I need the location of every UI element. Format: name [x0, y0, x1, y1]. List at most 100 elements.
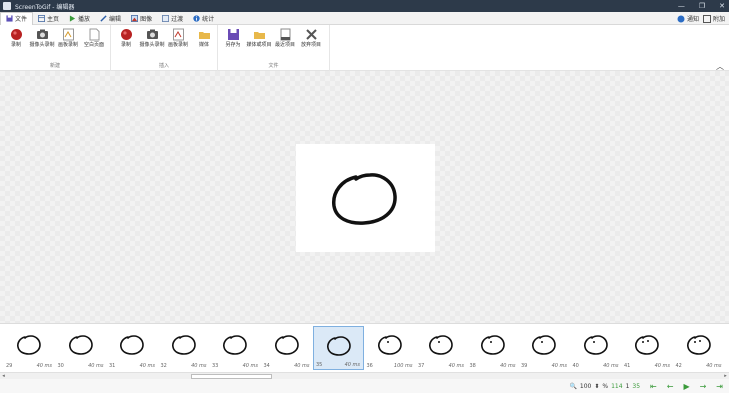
frame-thumbnail-image — [480, 335, 505, 355]
minimize-icon[interactable]: — — [678, 2, 685, 10]
zoom-stepper-icon[interactable]: ⬍ — [594, 383, 599, 390]
notification-icon — [677, 15, 685, 22]
frame-preview — [296, 144, 435, 252]
editor-canvas[interactable] — [0, 71, 729, 323]
record-icon — [120, 29, 132, 40]
frame-index: 38 — [469, 363, 476, 369]
ribbon-tabs: 文件 主页 播放 编辑 图像 过渡 统计 通知 附加 — [0, 11, 729, 25]
frame-index: 37 — [418, 363, 425, 369]
ribbon-button-label: 另存为 — [225, 42, 241, 48]
frame-filmstrip: 29 40 ms 30 40 ms 31 40 ms 32 40 ms 33 40 ms 34 40 … — [0, 323, 729, 373]
insert-board-button[interactable]: 画板录制 — [165, 28, 191, 48]
frame-duration: 40 ms — [654, 363, 670, 369]
frame-thumbnail[interactable]: 42 40 ms — [674, 326, 725, 370]
ribbon-group-label: 插入 — [158, 63, 169, 69]
frame-index: 34 — [263, 363, 270, 369]
info-icon — [193, 14, 200, 22]
restore-icon[interactable]: ❐ — [699, 2, 705, 10]
frame-index: 35 — [316, 362, 323, 368]
frame-thumbnail[interactable]: 36 100 ms — [365, 326, 416, 370]
frame-drawing — [332, 173, 397, 225]
board-icon — [172, 28, 184, 41]
frame-index: 33 — [212, 363, 219, 369]
ribbon-group-label: 文件 — [268, 63, 279, 69]
tab-right-actions: 通知 附加 — [677, 12, 725, 25]
frame-thumbnail-image — [327, 336, 351, 356]
frame-thumbnail[interactable]: 39 40 ms — [519, 326, 570, 370]
board-record-button[interactable]: 画板录制 — [55, 28, 81, 48]
attach-icon — [702, 14, 711, 23]
frame-thumbnail[interactable]: 35 40 ms — [313, 326, 364, 370]
filmstrip-scrollbar[interactable]: ◂ ▸ — [0, 372, 729, 379]
webcam-record-button[interactable]: 摄像头录制 — [29, 28, 55, 48]
frame-thumbnail-image — [635, 335, 659, 355]
tab-home[interactable]: 主页 — [33, 12, 64, 25]
camera-icon — [36, 29, 48, 39]
window-title: ScreenToGif - 编辑器 — [15, 3, 75, 11]
frame-thumbnail[interactable]: 29 40 ms — [4, 326, 55, 370]
tab-label: 编辑 — [109, 15, 122, 23]
last-frame-icon[interactable]: ⇥ — [716, 382, 723, 391]
notifications-button[interactable]: 通知 — [677, 14, 699, 23]
tab-label: 播放 — [78, 15, 91, 23]
save-as-button[interactable]: 另存为 — [220, 28, 246, 48]
ribbon-button-label: 摄像头录制 — [29, 42, 55, 48]
frame-index: 31 — [109, 363, 116, 369]
ribbon-button-label: 画板录制 — [57, 42, 78, 48]
folder-icon — [198, 32, 210, 39]
tab-play[interactable]: 播放 — [64, 12, 95, 25]
frame-thumbnail[interactable]: 32 40 ms — [159, 326, 210, 370]
previous-frame-icon[interactable]: ← — [667, 382, 674, 391]
tab-label: 文件 — [15, 16, 28, 23]
tab-edit[interactable]: 编辑 — [95, 12, 126, 25]
tab-label: 图像 — [140, 15, 153, 23]
first-frame-icon[interactable]: ⇤ — [650, 382, 657, 391]
frame-thumbnail[interactable]: 34 40 ms — [262, 326, 313, 370]
blank-page-button[interactable]: 空白页面 — [81, 28, 107, 48]
frame-thumbnail[interactable]: 40 40 ms — [571, 326, 622, 370]
selected-count: 1 — [625, 382, 630, 390]
ribbon-panel: 录制 摄像头录制 画板录制 空白页面 新建 录制 摄像头录制 画板录制 媒体 插… — [0, 25, 729, 71]
zoom-value[interactable]: 100 — [580, 383, 591, 390]
insert-record-button[interactable]: 录制 — [113, 28, 139, 48]
discard-project-button[interactable]: 放弃项目 — [298, 28, 324, 48]
record-button[interactable]: 录制 — [3, 28, 29, 48]
ribbon-button-label: 媒体或项目 — [246, 42, 272, 48]
camera-icon — [146, 29, 158, 39]
frame-duration: 100 ms — [393, 363, 413, 369]
frame-thumbnail[interactable]: 38 40 ms — [468, 326, 519, 370]
attach-button[interactable]: 附加 — [702, 14, 725, 23]
open-media-button[interactable]: 媒体或项目 — [246, 28, 272, 48]
board-icon — [62, 28, 74, 41]
frame-thumbnail[interactable]: 41 40 ms — [622, 326, 673, 370]
ribbon-group-new: 录制 摄像头录制 画板录制 空白页面 新建 — [0, 25, 111, 71]
app-logo-icon — [3, 2, 11, 10]
frame-thumbnail[interactable]: 31 40 ms — [107, 326, 158, 370]
frame-thumbnail[interactable]: 37 40 ms — [416, 326, 467, 370]
transition-icon — [162, 14, 170, 22]
recent-projects-button[interactable]: 最近项目 — [272, 28, 298, 48]
tab-file[interactable]: 文件 — [0, 11, 34, 25]
frame-thumbnail-image — [429, 335, 453, 355]
frame-thumbnail-image — [274, 335, 299, 355]
tab-image[interactable]: 图像 — [126, 12, 157, 25]
close-icon[interactable]: ✕ — [719, 2, 725, 10]
frame-thumbnail-image — [68, 335, 93, 355]
tab-statistics[interactable]: 统计 — [188, 12, 219, 25]
next-frame-icon[interactable]: → — [700, 382, 707, 391]
frame-thumbnail[interactable]: 30 40 ms — [56, 326, 107, 370]
recent-icon — [280, 28, 290, 41]
pencil-icon — [100, 14, 107, 22]
tab-transition[interactable]: 过渡 — [157, 12, 188, 25]
frame-thumbnail[interactable]: 33 40 ms — [210, 326, 261, 370]
frame-thumbnail-image — [583, 335, 608, 355]
insert-webcam-button[interactable]: 摄像头录制 — [139, 28, 165, 48]
play-frames-icon[interactable]: ▶ — [683, 382, 689, 391]
frame-thumbnail-image — [686, 335, 711, 355]
ribbon-group-insert: 录制 摄像头录制 画板录制 媒体 插入 — [111, 25, 218, 71]
insert-media-button[interactable]: 媒体 — [191, 28, 217, 48]
frame-index: 30 — [57, 363, 64, 369]
frame-duration: 40 ms — [88, 363, 104, 369]
play-icon — [69, 14, 76, 22]
frame-duration: 40 ms — [448, 363, 464, 369]
